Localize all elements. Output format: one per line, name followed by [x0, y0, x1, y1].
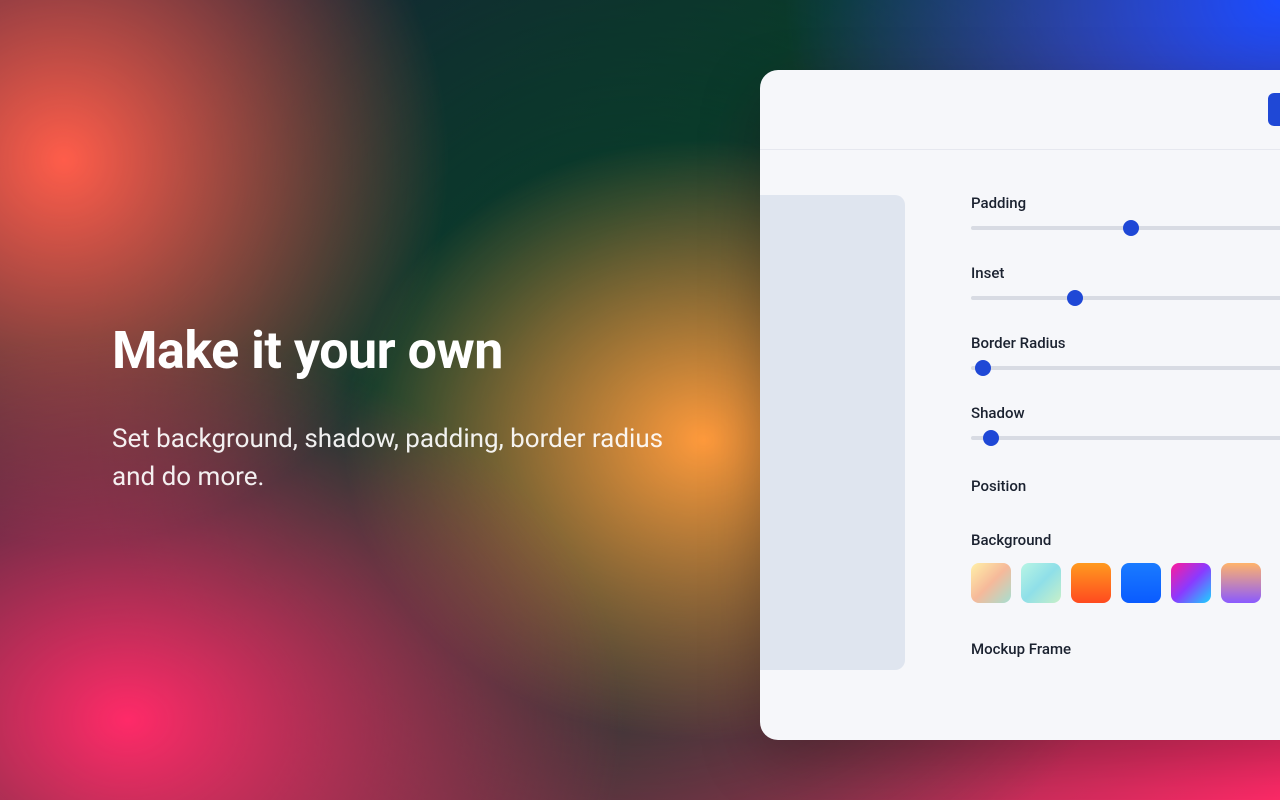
preview-area: [760, 150, 905, 740]
inset-label: Inset: [971, 264, 1004, 282]
control-mockup-frame: Mockup Frame None: [971, 637, 1280, 660]
inset-slider-thumb[interactable]: [1067, 290, 1083, 306]
control-position: Position Center: [971, 474, 1280, 497]
padding-label: Padding: [971, 194, 1280, 212]
inset-slider[interactable]: [971, 296, 1280, 300]
border-radius-label: Border Radius: [971, 334, 1280, 352]
hero-description: Set background, shadow, padding, border …: [112, 421, 672, 496]
background-swatch-5[interactable]: [1171, 563, 1211, 603]
padding-slider[interactable]: [971, 226, 1280, 230]
shadow-label: Shadow: [971, 404, 1280, 422]
mockup-frame-label: Mockup Frame: [971, 640, 1071, 658]
panel-body: Padding Inset Border Radius: [760, 150, 1280, 740]
background-swatch-3[interactable]: [1071, 563, 1111, 603]
background-swatch-6[interactable]: [1221, 563, 1261, 603]
background-swatch-2[interactable]: [1021, 563, 1061, 603]
hero-text: Make it your own Set background, shadow,…: [112, 320, 672, 496]
background-label: Background: [971, 531, 1051, 549]
position-label: Position: [971, 477, 1026, 495]
padding-slider-thumb[interactable]: [1123, 220, 1139, 236]
background-swatch-4[interactable]: [1121, 563, 1161, 603]
panel-header: Complete: [760, 70, 1280, 150]
control-padding: Padding: [971, 194, 1280, 230]
hero-title: Make it your own: [112, 320, 672, 381]
controls-column: Padding Inset Border Radius: [905, 150, 1280, 740]
border-radius-slider-thumb[interactable]: [975, 360, 991, 376]
preview-canvas: [760, 195, 905, 670]
shadow-slider[interactable]: [971, 436, 1280, 440]
control-shadow: Shadow: [971, 404, 1280, 440]
shadow-slider-thumb[interactable]: [983, 430, 999, 446]
control-border-radius: Border Radius: [971, 334, 1280, 370]
settings-panel: Complete Padding Inset: [760, 70, 1280, 740]
control-inset: Inset: [971, 264, 1280, 300]
background-swatches: [971, 563, 1280, 603]
control-background: Background More: [971, 531, 1280, 603]
complete-button[interactable]: Complete: [1268, 93, 1280, 126]
border-radius-slider[interactable]: [971, 366, 1280, 370]
background-swatch-1[interactable]: [971, 563, 1011, 603]
